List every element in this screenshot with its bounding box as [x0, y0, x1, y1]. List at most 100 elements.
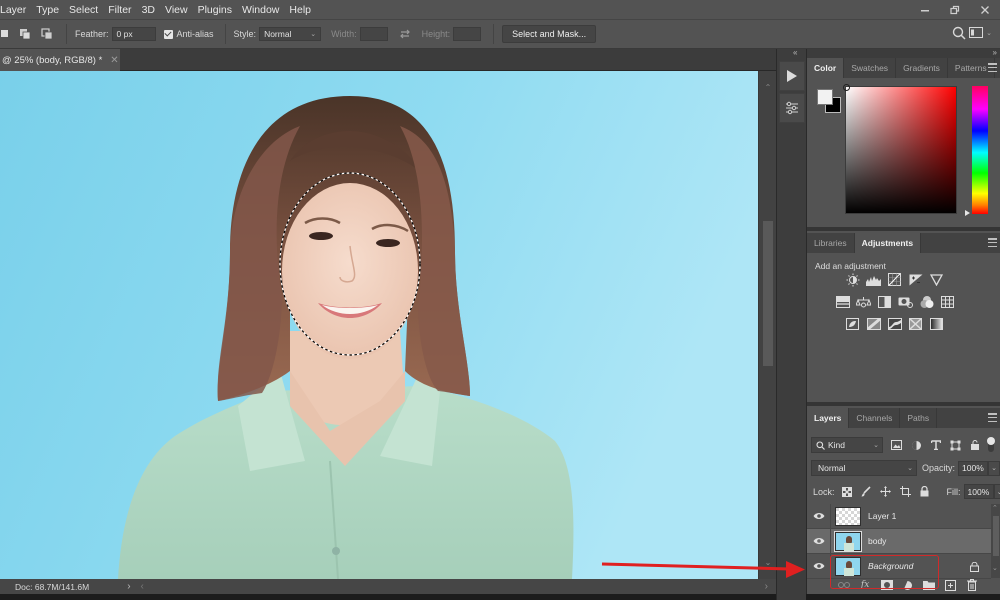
lock-position-icon[interactable] — [879, 486, 891, 497]
properties-panel-button[interactable] — [779, 93, 805, 123]
tab-adjustments[interactable]: Adjustments — [854, 233, 922, 253]
swap-width-height-button[interactable] — [394, 23, 416, 45]
scroll-thumb[interactable] — [763, 221, 773, 366]
brightness-contrast-icon[interactable] — [845, 272, 860, 287]
scroll-up-icon[interactable]: ⌃ — [759, 83, 777, 92]
visibility-toggle[interactable] — [807, 553, 831, 579]
hue-slider-handle[interactable] — [965, 210, 970, 216]
vertical-scrollbar[interactable]: ⌃ ⌄ — [758, 71, 776, 579]
tab-channels[interactable]: Channels — [849, 408, 901, 428]
tab-layers[interactable]: Layers — [807, 408, 850, 428]
antialias-checkbox[interactable]: Anti-alias — [163, 29, 217, 39]
tab-libraries[interactable]: Libraries — [807, 233, 855, 253]
visibility-toggle[interactable] — [807, 503, 831, 529]
height-input[interactable] — [453, 27, 482, 41]
opacity-dropdown-button[interactable]: ⌄ — [988, 460, 1000, 476]
layer-row-layer-1[interactable]: Layer 1 — [807, 503, 991, 529]
color-lookup-icon[interactable] — [940, 294, 955, 309]
lock-transparent-pixels-icon[interactable] — [841, 486, 852, 497]
add-to-selection-button[interactable] — [14, 23, 36, 45]
new-layer-button[interactable] — [945, 579, 957, 591]
exposure-icon[interactable] — [908, 272, 923, 287]
panel-menu-icon[interactable] — [988, 63, 997, 72]
menu-window[interactable]: Window — [238, 4, 283, 16]
fill-dropdown-button[interactable]: ⌄ — [993, 484, 1000, 499]
menu-layer[interactable]: Layer — [0, 4, 30, 16]
lock-all-icon[interactable] — [920, 486, 929, 497]
color-balance-icon[interactable] — [856, 294, 871, 309]
scroll-thumb[interactable] — [993, 516, 999, 556]
menu-3d[interactable]: 3D — [138, 4, 159, 16]
document-tab[interactable]: @ 25% (body, RGB/8) * ✕ — [0, 49, 120, 71]
menu-help[interactable]: Help — [285, 4, 315, 16]
panel-menu-icon[interactable] — [988, 413, 997, 422]
tab-color[interactable]: Color — [807, 58, 845, 78]
select-and-mask-button[interactable]: Select and Mask... — [502, 25, 597, 43]
width-input[interactable] — [359, 27, 388, 41]
subtract-from-selection-button[interactable] — [36, 23, 58, 45]
saturation-brightness-picker[interactable] — [843, 84, 957, 214]
scroll-left-icon[interactable]: ‹ — [141, 581, 144, 592]
fill-input[interactable]: 100% — [963, 484, 994, 499]
filter-shape-layers-icon[interactable] — [950, 440, 961, 451]
menu-type[interactable]: Type — [32, 4, 63, 16]
filter-smart-objects-icon[interactable] — [970, 439, 980, 451]
gradient-map-icon[interactable] — [929, 316, 944, 331]
filter-toggle[interactable] — [987, 437, 995, 452]
panel-menu-icon[interactable] — [988, 238, 997, 247]
minimize-button[interactable] — [910, 0, 940, 19]
scroll-up-icon[interactable]: ⌃ — [992, 504, 998, 512]
photo-filter-icon[interactable] — [898, 294, 913, 309]
tab-paths[interactable]: Paths — [900, 408, 938, 428]
workspace-button[interactable]: ⌄ — [969, 27, 992, 38]
close-tab-icon[interactable]: ✕ — [110, 55, 118, 66]
scroll-down-icon[interactable]: ⌄ — [992, 564, 998, 572]
delete-layer-button[interactable] — [966, 579, 978, 591]
threshold-icon[interactable] — [887, 316, 902, 331]
status-menu-arrow-icon[interactable]: › — [127, 581, 130, 592]
style-select[interactable]: Normal ⌄ — [259, 27, 322, 41]
layer-row-body[interactable]: body — [807, 528, 991, 554]
menu-filter[interactable]: Filter — [104, 4, 135, 16]
layer-filter-kind-select[interactable]: Kind ⌄ — [811, 437, 883, 453]
search-button[interactable] — [952, 26, 966, 42]
levels-icon[interactable] — [866, 272, 881, 287]
invert-icon[interactable] — [845, 316, 860, 331]
channel-mixer-icon[interactable] — [919, 294, 934, 309]
scroll-down-icon[interactable]: ⌄ — [759, 558, 777, 567]
posterize-icon[interactable] — [866, 316, 881, 331]
black-white-icon[interactable] — [877, 294, 892, 309]
color-picker-handle[interactable] — [843, 84, 850, 91]
filter-pixel-layers-icon[interactable] — [891, 440, 902, 450]
visibility-toggle[interactable] — [807, 528, 831, 554]
foreground-color-swatch[interactable] — [817, 89, 833, 105]
hue-slider[interactable] — [972, 86, 988, 214]
collapse-left-icon[interactable]: « — [793, 48, 797, 57]
layer-name[interactable]: Layer 1 — [868, 511, 896, 521]
actions-panel-button[interactable] — [779, 61, 805, 91]
layers-scrollbar[interactable]: ⌃ ⌄ — [991, 504, 1000, 578]
collapse-right-icon[interactable]: » — [993, 48, 997, 57]
new-selection-button[interactable] — [0, 23, 14, 45]
feather-input[interactable]: 0 px — [111, 27, 156, 41]
lock-artboard-icon[interactable] — [899, 486, 911, 497]
menu-view[interactable]: View — [161, 4, 192, 16]
layer-name[interactable]: body — [868, 536, 886, 546]
menu-select[interactable]: Select — [65, 4, 102, 16]
menu-plugins[interactable]: Plugins — [194, 4, 236, 16]
tab-swatches[interactable]: Swatches — [844, 58, 897, 78]
opacity-input[interactable]: 100% — [958, 460, 989, 476]
hue-saturation-icon[interactable] — [835, 294, 850, 309]
lock-image-pixels-icon[interactable] — [861, 486, 871, 497]
scroll-right-icon[interactable]: › — [765, 581, 768, 592]
tab-gradients[interactable]: Gradients — [896, 58, 948, 78]
restore-button[interactable] — [940, 0, 970, 19]
filter-adjustment-layers-icon[interactable] — [911, 440, 922, 451]
canvas-area[interactable] — [0, 71, 758, 579]
blend-mode-select[interactable]: Normal ⌄ — [811, 460, 917, 476]
vibrance-icon[interactable] — [929, 272, 944, 287]
close-button[interactable] — [970, 0, 1000, 19]
selective-color-icon[interactable] — [908, 316, 923, 331]
filter-type-layers-icon[interactable] — [931, 440, 941, 450]
curves-icon[interactable] — [887, 272, 902, 287]
